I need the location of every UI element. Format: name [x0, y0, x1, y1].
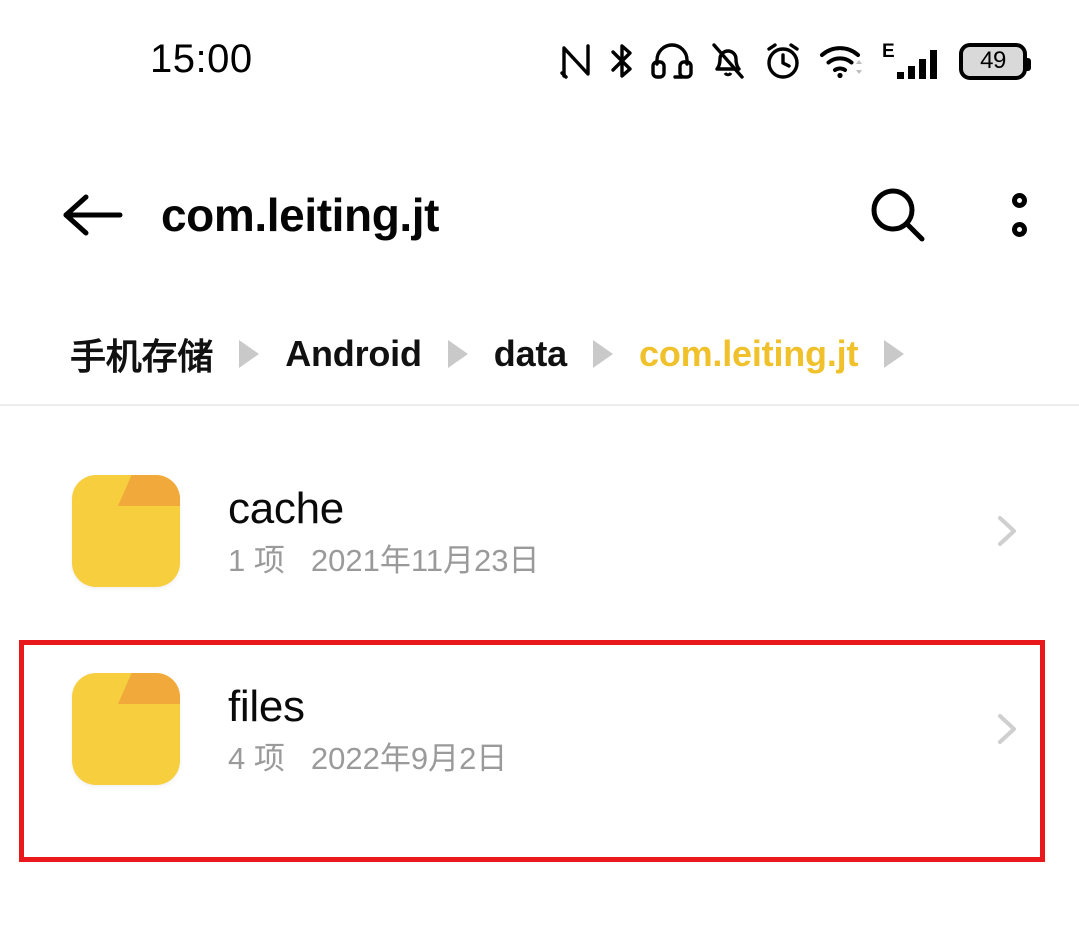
breadcrumb-divider	[0, 404, 1079, 406]
bluetooth-icon	[609, 42, 635, 80]
file-subtitle: 1 项 2021年11月23日	[228, 545, 539, 576]
chevron-right-icon	[998, 516, 1016, 546]
page-title: com.leiting.jt	[161, 189, 440, 241]
breadcrumb-item-data[interactable]: data	[494, 333, 567, 375]
search-button[interactable]	[859, 176, 937, 254]
svg-text:E: E	[882, 41, 895, 62]
chevron-right-icon	[998, 714, 1016, 744]
back-button[interactable]	[55, 176, 133, 254]
folder-icon	[72, 673, 180, 785]
breadcrumb-item-current[interactable]: com.leiting.jt	[639, 333, 858, 375]
nfc-icon	[559, 43, 593, 79]
overflow-dot-icon	[1011, 222, 1027, 237]
alarm-clock-icon	[763, 41, 803, 81]
wifi-icon	[819, 42, 865, 80]
overflow-dot-icon	[1011, 193, 1027, 208]
file-date: 2021年11月23日	[310, 542, 540, 578]
breadcrumb-separator-icon	[239, 340, 260, 368]
file-row-meta: files 4 项 2022年9月2日	[228, 681, 507, 774]
table-row[interactable]: files 4 项 2022年9月2日	[0, 630, 1079, 828]
breadcrumb-item-storage[interactable]: 手机存储	[70, 328, 213, 380]
status-bar-icon-group: E 49	[559, 39, 1031, 83]
file-name-label: files	[228, 681, 305, 731]
breadcrumb-separator-icon	[447, 340, 468, 368]
breadcrumb-item-android[interactable]: Android	[285, 333, 422, 375]
silent-bell-icon	[709, 41, 747, 81]
file-row-meta: cache 1 项 2021年11月23日	[228, 483, 539, 576]
file-date: 2022年9月2日	[310, 740, 508, 776]
folder-tab-shape	[118, 475, 180, 506]
search-icon	[871, 188, 925, 242]
breadcrumb-separator-icon	[593, 340, 614, 368]
file-item-count: 4 项	[228, 740, 285, 776]
battery-icon: 49	[959, 42, 1031, 80]
file-subtitle: 4 项 2022年9月2日	[228, 743, 507, 774]
breadcrumb-separator-icon	[884, 340, 905, 368]
app-bar: com.leiting.jt	[0, 150, 1079, 280]
file-name-label: cache	[228, 483, 344, 533]
battery-level-label: 49	[980, 47, 1006, 74]
status-bar: 15:00 E 49	[0, 0, 1079, 122]
cellular-signal-icon: E	[881, 39, 943, 83]
headset-icon	[651, 42, 693, 80]
file-list: cache 1 项 2021年11月23日 files 4 项 2022年9月2日	[0, 432, 1079, 828]
breadcrumb: 手机存储 Android data com.leiting.jt	[0, 305, 1079, 403]
table-row[interactable]: cache 1 项 2021年11月23日	[0, 432, 1079, 630]
file-item-count: 1 项	[228, 542, 285, 578]
folder-tab-shape	[118, 673, 180, 704]
status-bar-clock: 15:00	[150, 37, 253, 81]
folder-icon	[72, 475, 180, 587]
overflow-menu-button[interactable]	[991, 176, 1047, 254]
back-arrow-icon	[63, 194, 123, 236]
